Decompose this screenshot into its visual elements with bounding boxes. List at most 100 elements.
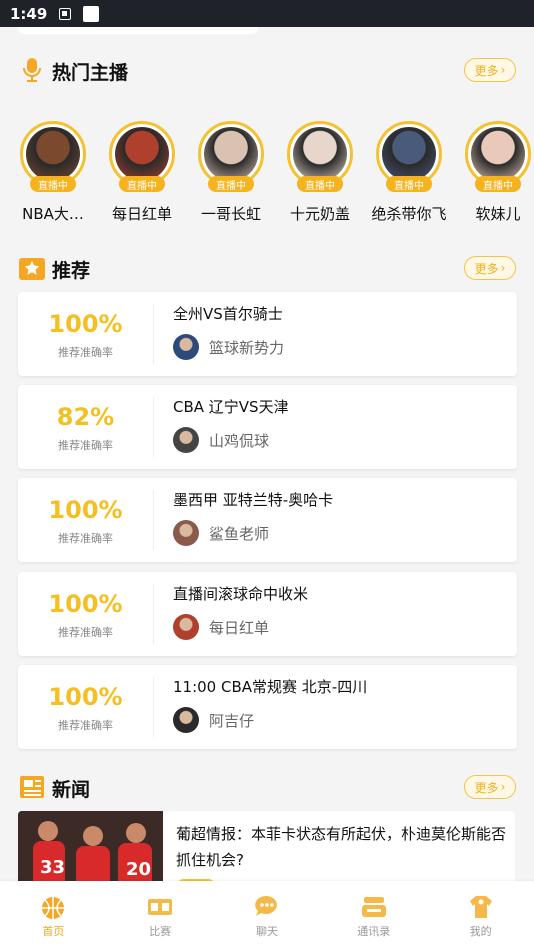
svg-text:20: 20: [126, 859, 151, 880]
streamer-item[interactable]: 直播中 每日红单: [97, 121, 187, 231]
streamer-item[interactable]: 直播中 十元奶盖: [275, 121, 365, 231]
hot-streamers-more-button[interactable]: 更多 ›: [464, 58, 516, 82]
streamer-name: 每日红单: [111, 205, 172, 223]
basketball-home-icon: [42, 897, 65, 919]
avatar: [471, 127, 525, 181]
author-name: 山鸡侃球: [209, 432, 270, 450]
streamer-name: 一哥长虹: [200, 205, 261, 223]
author-avatar: [173, 334, 199, 360]
avatar: [293, 127, 347, 181]
more-label: 更多: [474, 63, 499, 78]
accuracy-label: 推荐准确率: [58, 626, 113, 639]
match-title: 11:00 CBA常规赛 北京-四川: [173, 678, 368, 696]
match-title: CBA 辽宁VS天津: [173, 398, 289, 416]
accuracy-label: 推荐准确率: [58, 719, 113, 732]
live-badge: 直播中: [208, 176, 254, 192]
author-avatar: [173, 614, 199, 640]
streamer-item[interactable]: 直播中 一哥长虹: [186, 121, 276, 231]
recommend-card[interactable]: 100% 推荐准确率 直播间滚球命中收米 每日红单: [18, 572, 517, 656]
tab-profile[interactable]: 我的: [427, 881, 534, 949]
tab-label: 通讯录: [357, 925, 391, 938]
divider: [153, 490, 154, 550]
author-avatar: [173, 707, 199, 733]
news-thumbnail: 33 20: [18, 811, 163, 881]
recommend-card[interactable]: 100% 推荐准确率 全州VS首尔骑士篮球新势力: [18, 292, 517, 376]
status-bar: 1:49: [0, 0, 534, 27]
author-name: 阿吉仔: [209, 712, 255, 730]
recommend-header: 推荐 更多 ›: [0, 248, 534, 288]
news-more-button[interactable]: 更多 ›: [464, 775, 516, 799]
streamer-name: 绝杀带你飞: [371, 205, 447, 223]
author-avatar: [173, 427, 199, 453]
avatar: [382, 127, 436, 181]
chevron-right-icon: ›: [500, 261, 506, 275]
live-badge: 直播中: [386, 176, 432, 192]
news-header: 新闻 更多 ›: [0, 767, 534, 807]
chevron-right-icon: ›: [500, 63, 506, 77]
hot-streamers-header: 热门主播 更多 ›: [0, 50, 534, 90]
accuracy-label: 推荐准确率: [58, 346, 113, 359]
app-notification-icon: [83, 5, 100, 22]
home-scroll-content[interactable]: 热门主播 更多 › 直播中 NBA大… 直播中 每日红单 直播中 一哥长虹 直播中 十元奶盖 直播…: [0, 27, 534, 881]
tab-label: 比赛: [149, 925, 172, 938]
streamer-name: NBA大…: [22, 205, 84, 223]
accuracy-label: 推荐准确率: [58, 439, 113, 452]
live-badge: 直播中: [297, 176, 343, 192]
chat-bubble-icon: [255, 895, 277, 916]
match-title: 直播间滚球命中收米: [173, 585, 309, 603]
hot-streamers-list[interactable]: 直播中 NBA大… 直播中 每日红单 直播中 一哥长虹 直播中 十元奶盖 直播中 绝杀带你飞 直播中…: [0, 121, 534, 231]
live-badge: 直播中: [30, 176, 76, 192]
football-players-image: 33 20: [18, 811, 163, 881]
notification-icon: [59, 7, 72, 20]
tab-contacts[interactable]: 通讯录: [320, 881, 427, 949]
tab-label: 我的: [469, 925, 492, 938]
streamer-name: 十元奶盖: [289, 205, 350, 223]
more-label: 更多: [474, 780, 499, 795]
recommend-more-button[interactable]: 更多 ›: [464, 256, 516, 280]
divider: [153, 677, 154, 737]
jersey-profile-icon: [469, 896, 492, 918]
avatar: [204, 127, 258, 181]
divider: [153, 397, 154, 457]
accuracy-rate: 100%: [48, 496, 123, 524]
accuracy-rate: 100%: [48, 683, 123, 711]
avatar: [115, 127, 169, 181]
recommend-card[interactable]: 100% 推荐准确率 墨西甲 亚特兰特-奥哈卡鲨鱼老师: [18, 478, 517, 562]
accuracy-rate: 82%: [56, 403, 115, 431]
previous-card-edge: [18, 27, 258, 34]
live-badge: 直播中: [475, 176, 521, 192]
chevron-right-icon: ›: [500, 780, 506, 794]
accuracy-rate: 100%: [48, 590, 123, 618]
streamer-item[interactable]: 直播中 绝杀带你飞: [364, 121, 454, 231]
recommend-card[interactable]: 82% 推荐准确率 CBA 辽宁VS天津山鸡侃球: [18, 385, 517, 469]
streamer-item[interactable]: 直播中 软妹儿: [453, 121, 534, 231]
tab-label: 聊天: [255, 925, 278, 938]
accuracy-rate: 100%: [48, 310, 123, 338]
microphone-icon: [23, 58, 41, 82]
status-time: 1:49: [10, 4, 48, 23]
author-name: 篮球新势力: [209, 339, 285, 357]
section-title: 新闻: [52, 779, 91, 801]
tab-match[interactable]: 比赛: [107, 881, 214, 949]
accuracy-label: 推荐准确率: [58, 532, 113, 545]
match-title: 全州VS首尔骑士: [173, 305, 283, 323]
contacts-icon: [361, 897, 386, 917]
newspaper-icon: [20, 776, 44, 798]
avatar: [26, 127, 80, 181]
news-card[interactable]: 33 20 葡超情报：本菲卡状态有所起伏，朴迪莫伦斯能否抓住机会?: [18, 811, 515, 881]
section-title: 热门主播: [52, 62, 129, 84]
author-name: 每日红单: [209, 619, 270, 637]
author-avatar: [173, 520, 199, 546]
scoreboard-icon: [148, 899, 173, 915]
tab-label: 首页: [42, 925, 65, 938]
author-name: 鲨鱼老师: [209, 525, 270, 543]
star-badge-icon: [19, 258, 45, 280]
streamer-name: 软妹儿: [475, 205, 521, 223]
tab-chat[interactable]: 聊天: [214, 881, 321, 949]
bottom-tab-bar: 首页 比赛 聊天 通讯录 我的: [0, 881, 534, 949]
match-title: 墨西甲 亚特兰特-奥哈卡: [173, 491, 334, 509]
divider: [153, 304, 154, 364]
tab-home[interactable]: 首页: [0, 881, 107, 949]
streamer-item[interactable]: 直播中 NBA大…: [8, 121, 98, 231]
recommend-card[interactable]: 100% 推荐准确率 11:00 CBA常规赛 北京-四川阿吉仔: [18, 665, 517, 749]
